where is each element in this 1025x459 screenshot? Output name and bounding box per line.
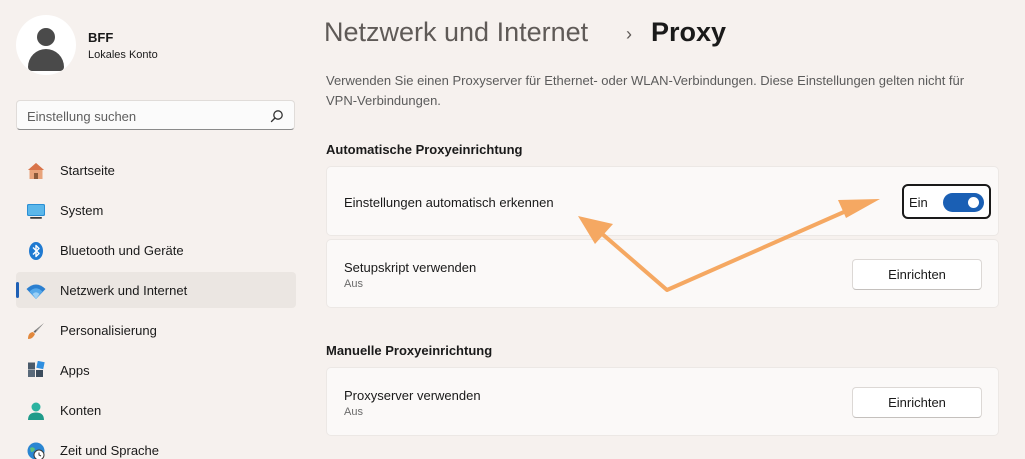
brush-icon [28, 323, 44, 339]
sidebar-item-label: System [60, 203, 104, 218]
auto-detect-label: Einstellungen automatisch erkennen [344, 195, 554, 210]
settings-window: BFF Lokales Konto Startseite [0, 0, 1025, 459]
wifi-icon [26, 284, 46, 299]
sidebar-item-label: Startseite [60, 163, 115, 178]
sidebar-item-personalisierung[interactable]: Personalisierung [16, 312, 296, 348]
setup-script-button[interactable]: Einrichten [852, 259, 982, 290]
auto-detect-card: Einstellungen automatisch erkennen Ein [326, 166, 999, 236]
setup-script-label: Setupskript verwenden [344, 260, 477, 275]
page-description: Verwenden Sie einen Proxyserver für Ethe… [326, 73, 965, 108]
setup-script-card: Setupskript verwenden Aus Einrichten [326, 239, 999, 308]
account-type: Lokales Konto [88, 49, 158, 61]
monitor-icon [27, 204, 45, 219]
sidebar-item-label: Zeit und Sprache [60, 443, 160, 458]
sidebar: BFF Lokales Konto Startseite [0, 0, 310, 459]
proxy-server-button[interactable]: Einrichten [852, 387, 982, 418]
avatar[interactable] [16, 15, 76, 75]
auto-detect-toggle[interactable] [943, 193, 984, 212]
section-title-auto: Automatische Proxyeinrichtung [326, 142, 523, 157]
main-content: Netzwerk und Internet › Proxy Verwenden … [310, 0, 1025, 459]
proxy-server-card: Proxyserver verwenden Aus Einrichten [326, 367, 999, 436]
sidebar-item-apps[interactable]: Apps [16, 352, 296, 388]
sidebar-item-label: Bluetooth und Geräte [60, 243, 184, 258]
sidebar-item-bluetooth[interactable]: Bluetooth und Geräte [16, 232, 296, 268]
sidebar-item-system[interactable]: System [16, 192, 296, 228]
search-input[interactable] [27, 107, 257, 125]
search-box[interactable] [16, 100, 295, 130]
breadcrumb-parent[interactable]: Netzwerk und Internet [324, 17, 588, 48]
bluetooth-icon [29, 242, 43, 260]
search-icon[interactable] [270, 109, 284, 123]
sidebar-item-zeit[interactable]: Zeit und Sprache [16, 432, 296, 459]
sidebar-item-label: Personalisierung [60, 323, 157, 338]
apps-icon [28, 361, 45, 377]
sidebar-nav: Startseite System Bluetooth und Geräte N… [16, 152, 296, 459]
sidebar-item-label: Netzwerk und Internet [60, 283, 188, 298]
sidebar-item-label: Apps [60, 363, 90, 378]
user-name: BFF [88, 30, 114, 45]
sidebar-item-konten[interactable]: Konten [16, 392, 296, 428]
auto-detect-toggle-container[interactable]: Ein [902, 184, 991, 219]
home-icon [28, 163, 44, 179]
section-title-manual: Manuelle Proxyeinrichtung [326, 343, 493, 358]
globe-clock-icon [27, 442, 45, 459]
person-icon [28, 402, 44, 420]
page-title: Proxy [651, 17, 727, 47]
proxy-server-label: Proxyserver verwenden [344, 388, 481, 403]
toggle-state-label: Ein [909, 195, 928, 210]
sidebar-item-netzwerk[interactable]: Netzwerk und Internet [16, 272, 296, 308]
proxy-server-status: Aus [344, 406, 363, 418]
chevron-right-icon: › [626, 24, 632, 44]
sidebar-item-startseite[interactable]: Startseite [16, 152, 296, 188]
toggle-knob [968, 197, 979, 208]
avatar-head [37, 28, 55, 46]
avatar-body [28, 49, 64, 71]
sidebar-item-label: Konten [60, 403, 102, 418]
setup-script-status: Aus [344, 278, 363, 290]
